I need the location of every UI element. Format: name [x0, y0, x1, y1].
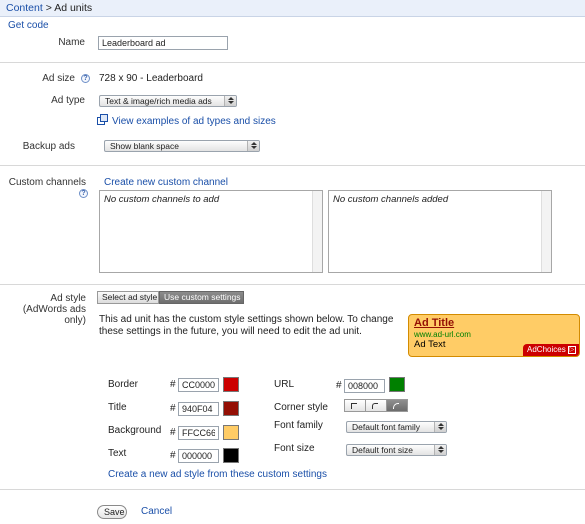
- slightly-rounded-corner-icon: [372, 403, 378, 409]
- breadcrumb: Content > Ad units: [0, 0, 585, 17]
- create-custom-channel-link[interactable]: Create new custom channel: [104, 177, 228, 188]
- ad-type-select[interactable]: Text & image/rich media ads: [99, 95, 237, 107]
- breadcrumb-separator: >: [45, 2, 52, 14]
- select-ad-style-tab[interactable]: Select ad style: [97, 291, 159, 304]
- hash-symbol: #: [170, 379, 176, 390]
- url-color-input[interactable]: [344, 379, 385, 393]
- create-ad-style-link[interactable]: Create a new ad style from these custom …: [108, 469, 327, 480]
- text-color-label: Text: [108, 448, 127, 459]
- font-size-label: Font size: [274, 443, 315, 454]
- custom-channels-label: Custom channels: [8, 177, 86, 188]
- divider: [0, 284, 585, 285]
- hash-symbol: #: [170, 427, 176, 438]
- corner-style-label: Corner style: [274, 402, 328, 413]
- font-family-label: Font family: [274, 420, 323, 431]
- ad-preview-title: Ad Title: [414, 317, 455, 329]
- rounded-corner-icon: [393, 403, 399, 409]
- custom-style-notice: This ad unit has the custom style settin…: [99, 314, 394, 337]
- text-color-swatch[interactable]: [223, 448, 239, 463]
- background-color-input[interactable]: [178, 426, 219, 440]
- corner-rounded-option[interactable]: [387, 400, 407, 411]
- title-color-label: Title: [108, 402, 127, 413]
- save-button[interactable]: Save: [97, 505, 127, 519]
- use-custom-settings-tab[interactable]: Use custom settings: [159, 291, 244, 304]
- url-color-label: URL: [274, 379, 295, 390]
- chevron-updown-icon: [247, 141, 259, 151]
- added-channels-list[interactable]: No custom channels added: [328, 190, 552, 273]
- border-color-label: Border: [108, 379, 139, 390]
- ad-preview: Ad Title www.ad-url.com Ad Text AdChoice…: [408, 314, 580, 357]
- border-color-swatch[interactable]: [223, 377, 239, 392]
- ad-style-label-line2: (AdWords ads: [22, 304, 86, 315]
- ad-preview-url: www.ad-url.com: [414, 330, 471, 339]
- url-color-swatch[interactable]: [389, 377, 405, 392]
- help-icon[interactable]: ?: [79, 189, 88, 198]
- divider: [0, 165, 585, 166]
- adchoices-label: AdChoices: [527, 345, 566, 354]
- divider: [0, 62, 585, 63]
- text-color-input[interactable]: [178, 449, 219, 463]
- scrollbar[interactable]: [312, 191, 322, 272]
- popup-window-icon: [97, 114, 108, 125]
- view-examples-link[interactable]: View examples of ad types and sizes: [112, 116, 276, 127]
- adchoices-badge: AdChoices ▷: [523, 344, 579, 356]
- background-color-swatch[interactable]: [223, 425, 239, 440]
- corner-slightly-rounded-option[interactable]: [366, 400, 387, 411]
- title-color-swatch[interactable]: [223, 401, 239, 416]
- backup-ads-label: Backup ads: [22, 141, 75, 152]
- ad-style-label-line1: Ad style: [50, 293, 86, 304]
- hash-symbol: #: [336, 380, 342, 391]
- ad-size-value: 728 x 90 - Leaderboard: [99, 73, 203, 84]
- available-channels-empty: No custom channels to add: [104, 194, 220, 205]
- ad-style-label-line3: only): [64, 315, 86, 326]
- background-color-label: Background: [108, 425, 162, 436]
- backup-ads-select[interactable]: Show blank space: [104, 140, 260, 152]
- corner-style-picker: [344, 399, 408, 412]
- ad-preview-text: Ad Text: [414, 339, 446, 350]
- added-channels-empty: No custom channels added: [333, 194, 449, 205]
- font-family-select[interactable]: Default font family: [346, 421, 447, 433]
- font-family-selected: Default font family: [352, 422, 421, 432]
- adchoices-icon: ▷: [567, 345, 576, 354]
- name-label: Name: [58, 37, 85, 48]
- scrollbar[interactable]: [541, 191, 551, 272]
- name-input[interactable]: [98, 36, 228, 50]
- ad-style-label: Ad style (AdWords ads only): [0, 293, 86, 326]
- cancel-link[interactable]: Cancel: [141, 506, 172, 517]
- border-color-input[interactable]: [178, 378, 219, 392]
- breadcrumb-content-link[interactable]: Content: [6, 2, 43, 14]
- square-corner-icon: [351, 403, 357, 409]
- chevron-updown-icon: [434, 445, 446, 455]
- ad-size-label: Ad size: [42, 73, 75, 84]
- hash-symbol: #: [170, 450, 176, 461]
- hash-symbol: #: [170, 403, 176, 414]
- font-size-select[interactable]: Default font size: [346, 444, 447, 456]
- help-icon[interactable]: ?: [81, 74, 90, 83]
- get-code-link[interactable]: Get code: [8, 20, 49, 31]
- backup-ads-selected: Show blank space: [110, 141, 179, 151]
- breadcrumb-current: Ad units: [54, 2, 93, 14]
- ad-type-selected: Text & image/rich media ads: [105, 96, 212, 106]
- font-size-selected: Default font size: [352, 445, 413, 455]
- available-channels-list[interactable]: No custom channels to add: [99, 190, 323, 273]
- corner-square-option[interactable]: [345, 400, 366, 411]
- ad-type-label: Ad type: [51, 95, 85, 106]
- title-color-input[interactable]: [178, 402, 219, 416]
- chevron-updown-icon: [224, 96, 236, 106]
- divider: [0, 489, 585, 490]
- chevron-updown-icon: [434, 422, 446, 432]
